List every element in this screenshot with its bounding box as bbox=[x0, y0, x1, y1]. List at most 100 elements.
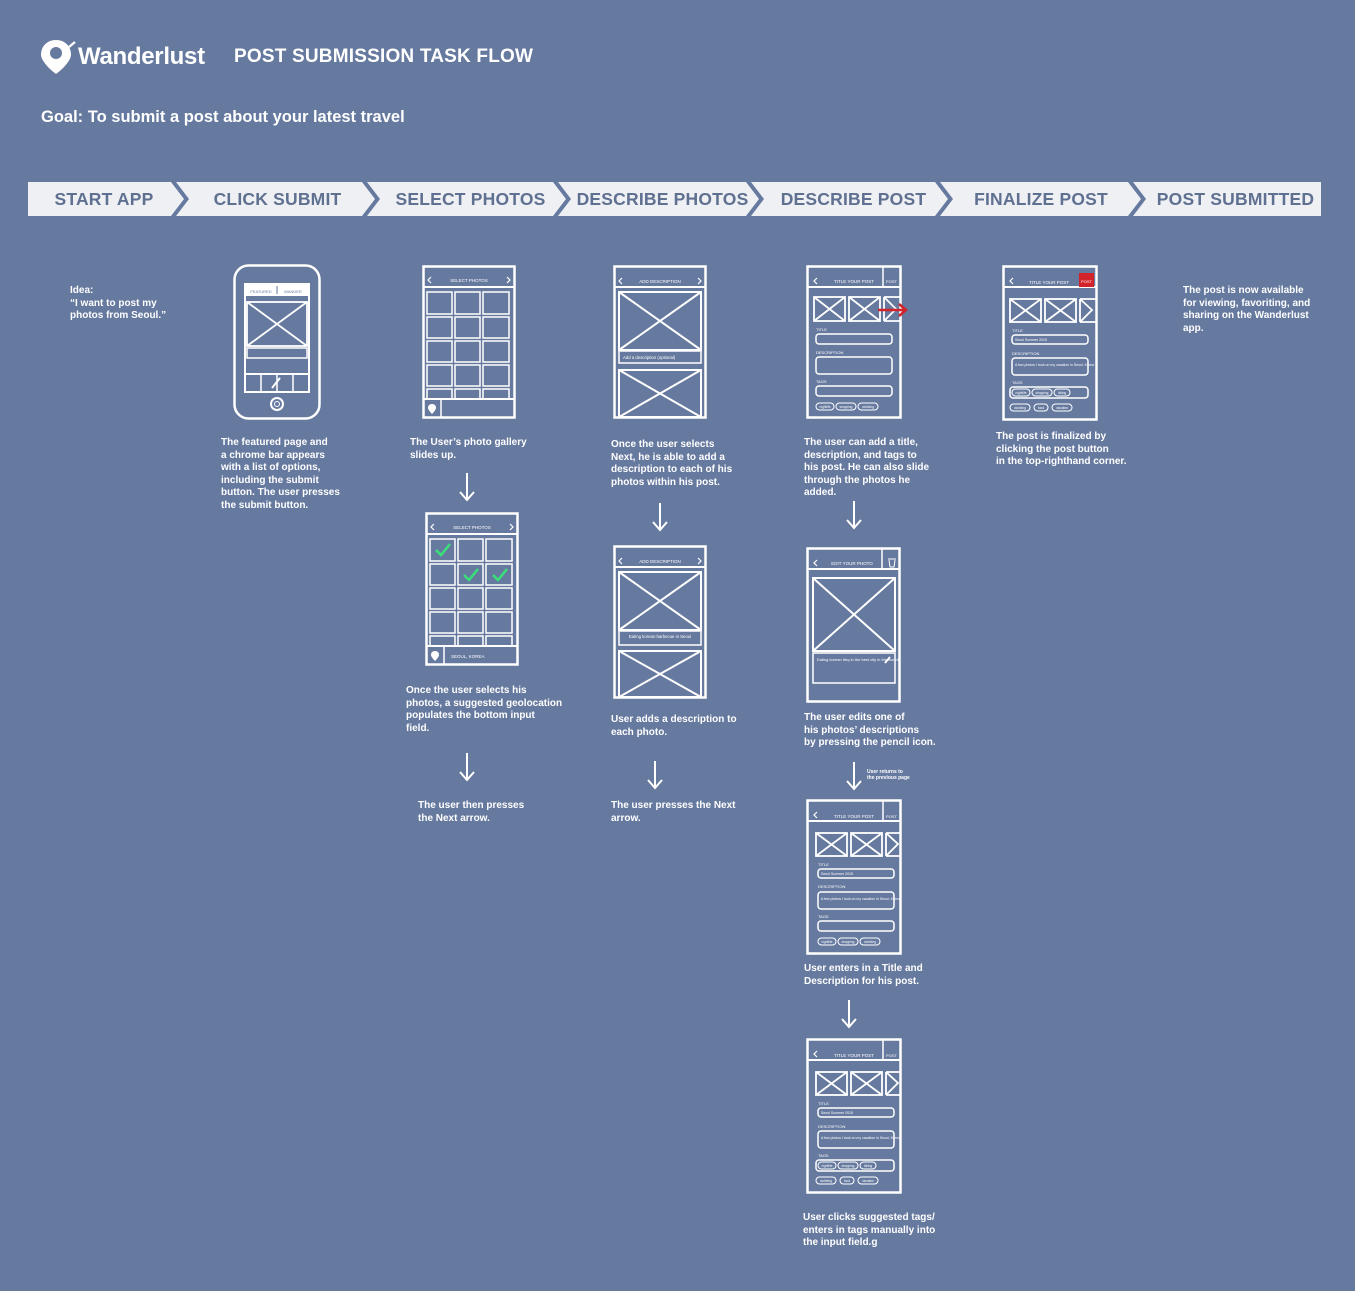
note-returns: User returns to the previous page bbox=[867, 769, 910, 781]
tag-nightlife: nightlife bbox=[1016, 391, 1027, 395]
down-arrow-icon bbox=[846, 762, 862, 791]
wireframe-select-photos: SELECT PHOTOS bbox=[422, 265, 516, 419]
tag-shopping: shopping bbox=[840, 405, 853, 409]
note-enters-title: User enters in a Title and Description f… bbox=[804, 963, 923, 987]
tag-shopping: shopping bbox=[842, 1164, 855, 1168]
featured-tab: FEATURED bbox=[250, 289, 271, 294]
description-label: DESCRIPTION bbox=[818, 1124, 845, 1129]
down-arrow-icon bbox=[652, 503, 668, 532]
note-adds-description: User adds a description to each photo. bbox=[611, 714, 737, 738]
step-describe-photos: DESCRIBE PHOTOS bbox=[576, 189, 749, 209]
tag-shopping: shopping bbox=[842, 940, 855, 944]
post-description-value: A few photos I took on my vacation in Se… bbox=[1015, 363, 1094, 367]
page-title: POST SUBMISSION TASK FLOW bbox=[234, 46, 534, 67]
tags-label: TAGS bbox=[1012, 380, 1023, 385]
wireframe-title-post-filled: TITLE YOUR POST POST TITLE Seoul Summer … bbox=[806, 799, 902, 955]
note-title-desc-tags: The user can add a title, description, a… bbox=[804, 437, 930, 499]
note-idea: Idea: “I want to post my photos from Seo… bbox=[70, 285, 167, 322]
note-next-arrow-1: The user then presses the Next arrow. bbox=[418, 800, 525, 824]
wireframe-title-post-tags: TITLE YOUR POST POST TITLE Seoul Summer … bbox=[806, 1038, 902, 1194]
tag-food: food bbox=[844, 1179, 850, 1183]
note-geolocation: Once the user selects his photos, a sugg… bbox=[406, 685, 563, 734]
note-describe-each: Once the user selects Next, he is able t… bbox=[611, 439, 733, 488]
note-available: The post is now available for viewing, f… bbox=[1183, 285, 1311, 334]
tag-hiking: hiking bbox=[864, 1164, 873, 1168]
step-start-app: START APP bbox=[54, 189, 154, 209]
brand-name: Wanderlust bbox=[78, 43, 205, 70]
check-icon bbox=[492, 568, 508, 582]
title-label: TITLE bbox=[818, 862, 829, 867]
title-value: Seoul Summer 2015 bbox=[821, 1111, 853, 1115]
title-value: Seoul Summer 2015 bbox=[821, 872, 853, 876]
title-label: TITLE bbox=[1012, 328, 1023, 333]
tags-label: TAGS bbox=[816, 379, 827, 384]
map-pin-icon bbox=[41, 40, 76, 74]
description-placeholder: Add a description (optional) bbox=[623, 355, 676, 360]
tag-nightlife: nightlife bbox=[820, 405, 831, 409]
header-title-your-post: TITLE YOUR POST bbox=[834, 279, 874, 284]
header-title-your-post: TITLE YOUR POST bbox=[834, 1053, 874, 1058]
note-next-arrow-2: The user presses the Next arrow. bbox=[611, 800, 736, 824]
post-button-label: POST bbox=[886, 279, 897, 284]
check-icon bbox=[463, 568, 479, 582]
wireframe-select-photos-checked: SELECT PHOTOS SEOUL, KOREA bbox=[425, 512, 519, 666]
wander-tab: WANDER bbox=[284, 289, 302, 294]
note-clicks-tags: User clicks suggested tags/ enters in ta… bbox=[803, 1212, 936, 1249]
wireframe-title-post-empty: TITLE YOUR POST POST TITLE DESCRIPTION T… bbox=[806, 265, 908, 419]
post-button-label: POST bbox=[886, 1053, 897, 1058]
down-arrow-icon bbox=[459, 473, 475, 502]
title-label: TITLE bbox=[818, 1101, 829, 1106]
step-click-submit: CLICK SUBMIT bbox=[213, 189, 342, 209]
wireframe-add-description: ADD DESCRIPTION Add a description (optio… bbox=[613, 265, 707, 419]
header-add-description: ADD DESCRIPTION bbox=[639, 279, 681, 284]
tags-label: TAGS bbox=[818, 1153, 829, 1158]
location-field-value: SEOUL, KOREA bbox=[451, 654, 485, 659]
step-select-photos: SELECT PHOTOS bbox=[395, 189, 546, 209]
note-finalized: The post is finalized by clicking the po… bbox=[996, 431, 1127, 468]
step-describe-post: DESCRIBE POST bbox=[780, 189, 927, 209]
step-banner: START APP CLICK SUBMIT SELECT PHOTOS DES… bbox=[0, 182, 1355, 216]
tag-clubbing: clubbing bbox=[864, 940, 876, 944]
header-select-photos: SELECT PHOTOS bbox=[450, 278, 488, 283]
header-title-your-post: TITLE YOUR POST bbox=[1029, 280, 1069, 285]
down-arrow-icon bbox=[647, 761, 663, 790]
tag-vacation: vacation bbox=[1056, 406, 1068, 410]
header-title-your-post: TITLE YOUR POST bbox=[834, 814, 874, 819]
tag-vacation: vacation bbox=[862, 1179, 874, 1183]
note-gallery: The User’s photo gallery slides up. bbox=[410, 437, 527, 461]
brand-logo: Wanderlust bbox=[40, 38, 205, 76]
tag-food: food bbox=[1038, 406, 1044, 410]
note-featured: The featured page and a chrome bar appea… bbox=[221, 437, 340, 511]
wireframe-finalize-post: TITLE YOUR POST POST TITLE Seoul Summer … bbox=[1002, 265, 1098, 421]
down-arrow-icon bbox=[459, 753, 475, 782]
title-label: TITLE bbox=[816, 327, 827, 332]
post-description-value: A few photos I took on my vacation in Se… bbox=[821, 1136, 900, 1140]
down-arrow-icon bbox=[841, 1000, 857, 1029]
header-edit-your-photo: EDIT YOUR PHOTO bbox=[831, 561, 873, 566]
goal-text: Goal: To submit a post about your latest… bbox=[41, 108, 405, 126]
title-value: Seoul Summer 2015 bbox=[1015, 338, 1047, 342]
tag-shopping: shopping bbox=[1036, 391, 1049, 395]
header-select-photos: SELECT PHOTOS bbox=[453, 525, 491, 530]
post-button-label: POST bbox=[886, 814, 897, 819]
description-label: DESCRIPTION bbox=[818, 884, 845, 889]
description-label: DESCRIPTION bbox=[1012, 351, 1039, 356]
note-edits-photo: The user edits one of his photos’ descri… bbox=[804, 712, 936, 749]
tags-label: TAGS bbox=[818, 914, 829, 919]
post-button-label: POST bbox=[1081, 279, 1092, 284]
step-post-submitted: POST SUBMITTED bbox=[1156, 189, 1315, 209]
trash-icon bbox=[888, 558, 896, 568]
check-icon bbox=[435, 543, 451, 557]
post-description-value: A few photos I took on my vacation in Se… bbox=[821, 897, 900, 901]
description-label: DESCRIPTION bbox=[816, 350, 843, 355]
wireframe-edit-photo: EDIT YOUR PHOTO Eating korean bbq in the… bbox=[806, 547, 901, 703]
wireframe-add-description-filled: ADD DESCRIPTION Eating korean barbecue i… bbox=[613, 545, 707, 699]
tag-hiking: hiking bbox=[1058, 391, 1067, 395]
tag-nightlife: nightlife bbox=[822, 940, 833, 944]
header-add-description: ADD DESCRIPTION bbox=[639, 559, 681, 564]
description-value: Eating korean barbecue in Seoul bbox=[629, 634, 691, 639]
down-arrow-icon bbox=[846, 501, 862, 530]
tag-nightlife: nightlife bbox=[822, 1164, 833, 1168]
wireframe-featured-phone: FEATURED WANDER bbox=[233, 264, 321, 420]
step-finalize-post: FINALIZE POST bbox=[974, 189, 1108, 209]
